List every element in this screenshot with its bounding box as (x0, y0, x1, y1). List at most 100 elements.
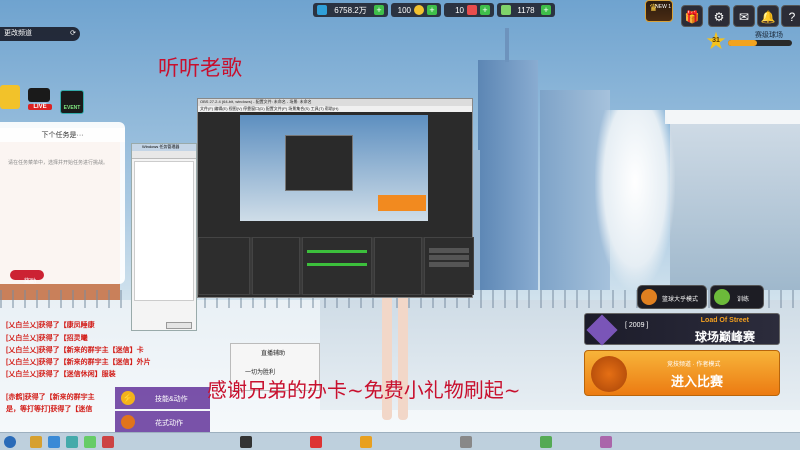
taskbar-app-icon[interactable] (310, 436, 322, 448)
obs-sources-dock[interactable] (252, 237, 300, 295)
taskbar-app-icon[interactable] (48, 436, 60, 448)
training-icon (714, 289, 730, 305)
taskbar-app-icon[interactable] (600, 436, 612, 448)
event-label: EVENT (63, 105, 81, 111)
hint-icon[interactable]: ? (781, 5, 800, 27)
vip-badge[interactable]: ♛ NEW 1 (645, 0, 673, 22)
event-name: 球场巅峰赛 (694, 330, 755, 344)
training-label: 训练 (737, 297, 750, 303)
obs-transitions-dock[interactable] (374, 237, 422, 295)
chat-line: [乂白兰乂]获得了【招灵曦 (6, 335, 88, 342)
basketball-icon (591, 356, 627, 392)
gift-icon[interactable]: 🎁 (681, 5, 703, 27)
add-coins-button[interactable]: + (427, 5, 437, 15)
taskbar-app-icon[interactable] (66, 436, 78, 448)
task-description: 请在任务菜单中，选择并开始任务进行挑战。 (8, 160, 109, 166)
currency-coins-value: 100 (397, 5, 411, 15)
refresh-icon: ⟳ (70, 30, 76, 37)
snowy-tree (595, 110, 675, 290)
skill-action-label: 技能&动作 (155, 396, 188, 403)
obs-scenes-dock[interactable] (198, 237, 250, 295)
points-icon (317, 5, 327, 15)
camera-icon (28, 88, 50, 102)
mode-1-icon (641, 289, 657, 305)
obs-start-stream-button[interactable] (429, 248, 469, 253)
add-gems-button[interactable]: + (541, 5, 551, 15)
reward-label: 奖励 (24, 279, 37, 285)
preview-enter-button (378, 195, 426, 211)
live-label: LIVE (28, 104, 52, 110)
currency-bar-gems: 1178 + (497, 3, 555, 17)
obs-settings-button[interactable] (429, 262, 469, 267)
taskbar-app-icon[interactable] (30, 436, 42, 448)
obs-window[interactable]: OBS 27.2.4 (64-bit, windows) - 配置文件: 未命名… (197, 98, 474, 298)
windows-taskbar (0, 432, 800, 450)
enter-match-button[interactable]: 竞技频道 · 作者模式 进入比赛 (584, 350, 780, 396)
ticket-icon (467, 5, 477, 15)
taskbar-app-icon[interactable] (102, 436, 114, 448)
skyscraper (478, 60, 538, 290)
thanks-overlay-text: 感谢兄弟的办卡~免费小礼物刷起~ (207, 378, 521, 402)
chat-line: [乂白兰乂]获得了【新来的群宇主【迷信】外片 (6, 359, 151, 366)
event-year: [ 2009 ] (625, 322, 649, 329)
task-manager-window[interactable]: Windows 任务管理器 (131, 143, 197, 331)
obs-menu: 文件(F) 编辑(E) 视图(V) 停靠窗口(D) 配置文件(P) 场景集合(S… (198, 106, 472, 112)
song-overlay-text: 听听老歌 (158, 56, 242, 80)
taskbar-app-icon[interactable] (540, 436, 552, 448)
player-character (372, 290, 420, 430)
event-button[interactable]: EVENT (60, 90, 84, 114)
start-button[interactable] (4, 436, 16, 448)
add-tickets-button[interactable]: + (480, 5, 490, 15)
settings-icon[interactable]: ⚙ (708, 5, 730, 27)
system-tray[interactable] (700, 436, 790, 448)
add-points-button[interactable]: + (374, 5, 384, 15)
preview-inner-window (285, 135, 353, 191)
chat-line: [乂白兰乂]获得了【新来的群宇主【迷信】卡 (6, 347, 144, 354)
live-button[interactable]: LIVE (28, 88, 52, 114)
fancy-move-button[interactable]: 花式动作 (115, 411, 210, 433)
channel-label: 更改频道 (4, 30, 32, 37)
enter-match-subtitle: 竞技频道 · 作者模式 (667, 362, 721, 368)
end-process-button[interactable] (166, 322, 192, 329)
notice-icon[interactable]: 🔔 (757, 5, 779, 27)
basketball-icon (121, 415, 135, 429)
currency-bar-tickets: 10 + (444, 3, 494, 17)
reward-button[interactable]: 奖励 (10, 270, 44, 285)
chat-line: [乂白兰乂]获得了【康凤睡康 (6, 322, 95, 329)
obs-controls-dock[interactable] (424, 237, 474, 295)
taskbar-app-icon[interactable] (84, 436, 96, 448)
taskbar-app-icon[interactable] (460, 436, 472, 448)
right-building (670, 120, 800, 290)
fancy-move-label: 花式动作 (155, 420, 183, 427)
event-title: Load Of Street (700, 317, 749, 324)
task-manager-title: Windows 任务管理器 (132, 144, 196, 151)
skill-action-button[interactable]: ⚡ 技能&动作 (115, 387, 210, 409)
process-list[interactable] (134, 161, 194, 301)
channel-change-bar[interactable]: 更改频道 ⟳ (0, 27, 80, 41)
obs-start-record-button[interactable] (429, 255, 469, 260)
mail-icon[interactable]: ✉ (733, 5, 755, 27)
currency-gems-value: 1178 (517, 5, 535, 15)
right-building-roof (665, 110, 800, 124)
chat-line: [乂白兰乂]获得了【迷信休闲】服装 (6, 371, 116, 378)
coin-icon (414, 5, 424, 15)
gem-icon (501, 5, 511, 15)
obs-mixer-dock[interactable] (302, 237, 372, 295)
task-title: 下个任务是··· (41, 132, 84, 139)
calendar-icon[interactable] (0, 85, 20, 109)
rank-label: 赛级球场 (755, 32, 783, 39)
currency-bar-coins: 100 + (391, 3, 441, 17)
obs-title: OBS 27.2.4 (64-bit, windows) - 配置文件: 未命名… (198, 99, 472, 106)
task-panel: 下个任务是··· 请在任务菜单中，选择并开始任务进行挑战。 奖励 (0, 122, 125, 285)
live-assist-title: 直播辅助 (261, 351, 286, 357)
taskbar-app-icon[interactable] (240, 436, 252, 448)
chat-line: [赤鹤]获得了【新来的群宇主 (6, 394, 95, 401)
mode-button-1[interactable]: 篮球大乎模式 (637, 285, 707, 309)
event-badge-icon (586, 314, 618, 346)
enter-match-label: 进入比赛 (671, 374, 724, 389)
currency-tickets-value: 10 (455, 5, 464, 15)
training-button[interactable]: 训练 (710, 285, 764, 309)
event-banner[interactable]: Load Of Street [ 2009 ] 球场巅峰赛 (584, 313, 780, 346)
taskbar-app-icon[interactable] (360, 436, 372, 448)
mode-1-label: 篮球大乎模式 (662, 297, 699, 303)
